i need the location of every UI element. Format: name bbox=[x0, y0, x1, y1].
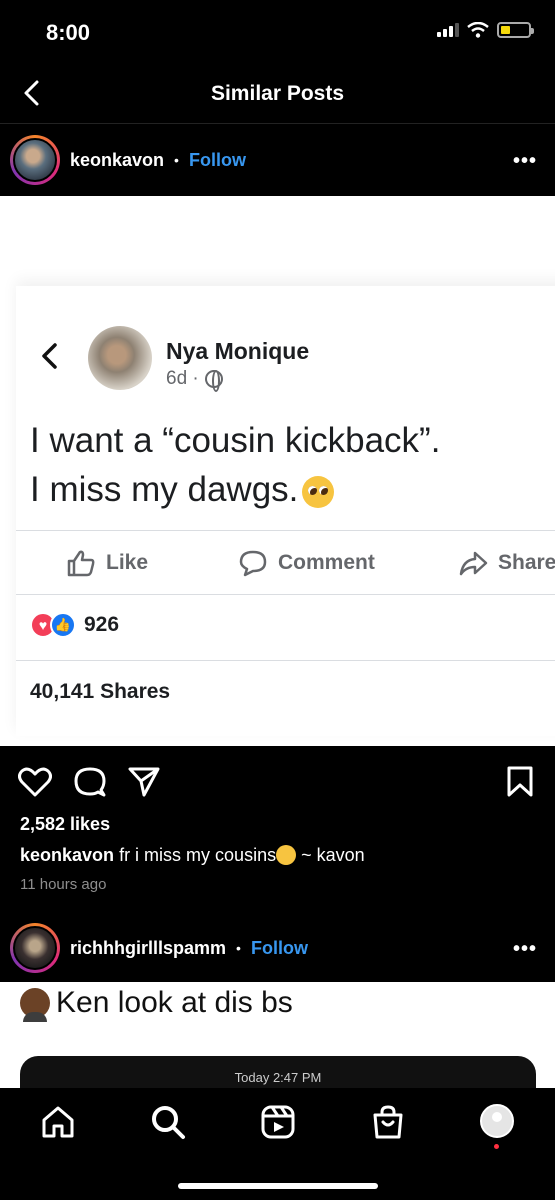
follow-button[interactable]: Follow bbox=[251, 938, 308, 959]
separator-dot: • bbox=[174, 152, 179, 168]
signal-icon bbox=[437, 23, 459, 37]
status-icons bbox=[437, 22, 534, 38]
reels-icon[interactable] bbox=[260, 1104, 296, 1140]
shop-icon[interactable] bbox=[370, 1104, 406, 1140]
notification-dot bbox=[494, 1144, 499, 1149]
embedded-actions: Like Comment Share bbox=[16, 531, 555, 595]
follow-button[interactable]: Follow bbox=[189, 150, 246, 171]
embedded-comment: Comment bbox=[238, 549, 375, 577]
bookmark-icon[interactable] bbox=[506, 766, 534, 798]
heart-icon[interactable] bbox=[18, 766, 52, 798]
message-timestamp: Today 2:47 PM bbox=[234, 1070, 322, 1085]
embedded-reactions: ♥ 👍 926 bbox=[30, 612, 119, 638]
embedded-share: Share bbox=[458, 549, 555, 577]
weary-face-emoji-icon bbox=[276, 845, 297, 865]
embedded-meta: 6d · bbox=[166, 368, 223, 392]
post-image[interactable]: Nya Monique 6d · I want a “cousin kickba… bbox=[0, 196, 555, 746]
pleading-face-emoji-icon bbox=[302, 475, 335, 508]
embedded-avatar bbox=[88, 326, 152, 390]
person-facepalm-emoji-icon bbox=[20, 988, 50, 1022]
embedded-post-card: Nya Monique 6d · I want a “cousin kickba… bbox=[16, 286, 555, 736]
battery-icon bbox=[497, 22, 534, 38]
more-options-icon[interactable]: ••• bbox=[513, 150, 537, 173]
embedded-back-icon bbox=[42, 343, 57, 369]
post-header: richhhgirlllspamm • Follow ••• bbox=[0, 914, 555, 982]
embedded-post-text: I want a “cousin kickback”. I miss my da… bbox=[30, 416, 440, 514]
post2-text: Ken look at dis bs bbox=[56, 986, 293, 1019]
post2-image-text: Ken look at dis bs bbox=[20, 986, 293, 1022]
embedded-shares: 40,141 Shares bbox=[30, 680, 171, 703]
status-bar: 8:00 bbox=[0, 0, 555, 64]
avatar[interactable] bbox=[10, 923, 60, 973]
home-indicator bbox=[178, 1183, 378, 1189]
reaction-count: 926 bbox=[84, 613, 120, 636]
embedded-age: 6d · bbox=[166, 368, 199, 389]
embedded-text-line2-wrap: I miss my dawgs. bbox=[30, 465, 440, 514]
like-react-icon: 👍 bbox=[50, 612, 76, 638]
caption: keonkavon fr i miss my cousins ~ kavon bbox=[20, 845, 365, 866]
nav-header: Similar Posts bbox=[0, 64, 555, 124]
comment-bubble-icon bbox=[239, 550, 267, 577]
message-bubble: Today 2:47 PM bbox=[20, 1056, 536, 1088]
wifi-icon bbox=[467, 22, 489, 38]
likes-count[interactable]: 2,582 likes bbox=[20, 814, 110, 835]
post-actions bbox=[0, 762, 555, 806]
caption-text: fr i miss my cousins bbox=[119, 845, 277, 865]
caption-username[interactable]: keonkavon bbox=[20, 845, 114, 865]
share-arrow-icon bbox=[459, 551, 488, 576]
post-username[interactable]: keonkavon bbox=[70, 150, 164, 171]
profile-icon[interactable] bbox=[480, 1104, 514, 1138]
post-timestamp: 11 hours ago bbox=[20, 876, 107, 893]
globe-icon bbox=[204, 370, 223, 392]
divider bbox=[16, 660, 555, 661]
post-header: keonkavon • Follow ••• bbox=[0, 126, 555, 194]
thumbs-up-icon bbox=[67, 550, 95, 577]
caption-tail: ~ kavon bbox=[301, 845, 365, 865]
home-icon[interactable] bbox=[40, 1104, 76, 1140]
embedded-text-line1: I want a “cousin kickback”. bbox=[30, 421, 441, 460]
embedded-comment-label: Comment bbox=[278, 551, 375, 574]
embedded-share-label: Share bbox=[498, 551, 555, 574]
embedded-author: Nya Monique bbox=[166, 338, 310, 364]
embedded-text-line2: I miss my dawgs. bbox=[30, 470, 299, 509]
status-time: 8:00 bbox=[46, 20, 91, 45]
embedded-like-label: Like bbox=[106, 551, 149, 574]
post-username[interactable]: richhhgirlllspamm bbox=[70, 938, 226, 959]
search-icon[interactable] bbox=[150, 1104, 186, 1140]
embedded-like: Like bbox=[66, 549, 148, 577]
more-options-icon[interactable]: ••• bbox=[513, 938, 537, 961]
post-image[interactable]: Ken look at dis bs Today 2:47 PM bbox=[0, 982, 555, 1088]
share-icon[interactable] bbox=[128, 766, 160, 798]
divider bbox=[16, 594, 555, 595]
page-title: Similar Posts bbox=[210, 82, 345, 105]
separator-dot: • bbox=[236, 940, 241, 956]
comment-icon[interactable] bbox=[74, 766, 106, 798]
avatar[interactable] bbox=[10, 135, 60, 185]
